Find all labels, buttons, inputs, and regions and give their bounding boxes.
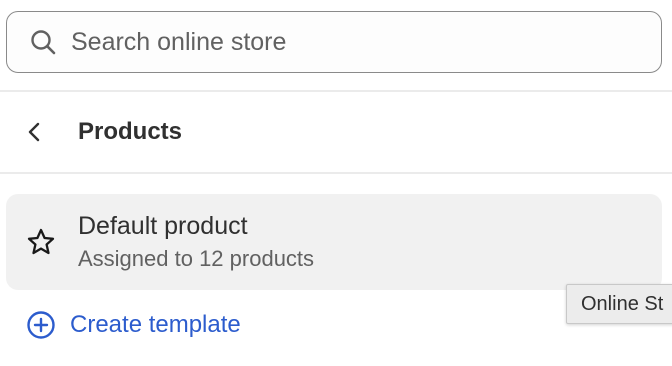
- star-icon: [27, 228, 55, 255]
- tooltip: Online St: [566, 284, 672, 324]
- search-input[interactable]: [71, 22, 661, 62]
- template-text: Default product Assigned to 12 products: [78, 210, 314, 274]
- search-icon: [31, 30, 56, 55]
- template-assignment: Assigned to 12 products: [78, 246, 315, 271]
- create-template-button[interactable]: Create template: [26, 310, 241, 340]
- template-name: Default product: [78, 212, 248, 240]
- plus-circle-icon: [27, 311, 55, 339]
- chevron-left-icon: [28, 122, 40, 142]
- back-button[interactable]: [12, 109, 58, 155]
- page-title: Products: [78, 118, 183, 145]
- divider: [0, 172, 672, 174]
- template-item-default-product[interactable]: Default product Assigned to 12 products: [6, 194, 662, 290]
- page-header: Products: [0, 92, 672, 172]
- create-template-label: Create template: [70, 311, 241, 338]
- search-bar[interactable]: [6, 11, 662, 73]
- online-store-sidebar: Products Default product Assigned to 12 …: [0, 0, 672, 366]
